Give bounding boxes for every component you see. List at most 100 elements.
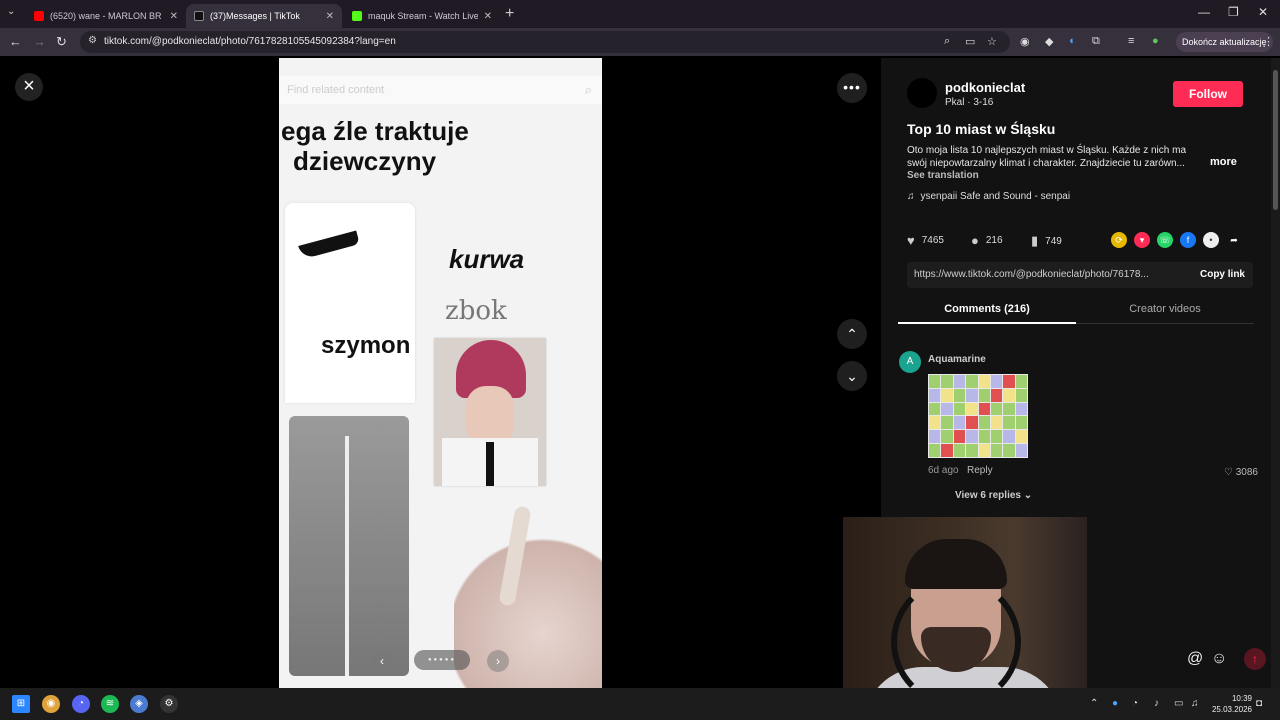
back-icon[interactable]: ← [9, 34, 22, 49]
discord-icon[interactable]: ◔ [72, 695, 90, 713]
taskbar-clock[interactable]: 10:39 25.03.2026 [1208, 693, 1252, 715]
mention-icon[interactable]: @ [1187, 650, 1203, 668]
share-facebook-icon[interactable]: f [1180, 232, 1196, 248]
chrome-icon[interactable]: ◉ [42, 695, 60, 713]
copy-link-button[interactable]: Copy link [1200, 269, 1245, 280]
photo-word: szymon [321, 332, 411, 359]
heart-outline-icon: ♡ [1224, 467, 1236, 478]
comment-time: 6d ago [928, 465, 959, 476]
forward-icon[interactable]: → [33, 34, 46, 49]
carousel-prev-button[interactable]: ‹ [371, 650, 393, 672]
network-icon[interactable]: ▭ [1174, 698, 1183, 709]
reload-icon[interactable]: ↻ [56, 34, 67, 50]
taskbar: ⊞ ◉ ◔ ≋ ◈ ⚙ ⌃ ● ◔ ♪ ▭ ♫ 10:39 25.03.2026… [0, 688, 1280, 720]
zoom-icon[interactable]: ⌕ [944, 35, 950, 48]
more-options-icon[interactable]: ••• [837, 73, 867, 103]
view-replies-label: View 6 replies [955, 490, 1021, 501]
comment-author[interactable]: Aquamarine [928, 354, 986, 365]
minimize-icon[interactable]: — [1198, 5, 1210, 19]
emoji-icon[interactable]: ☺ [1211, 650, 1227, 668]
restore-icon[interactable]: ❐ [1228, 5, 1239, 19]
save-button[interactable]: ▮ 749 [1031, 233, 1062, 249]
like-count: 7465 [921, 235, 944, 246]
view-replies-button[interactable]: View 6 replies ⌄ [955, 490, 1032, 501]
share-message-icon[interactable]: ▾ [1134, 232, 1150, 248]
scrollbar-thumb[interactable] [1273, 70, 1278, 210]
comment-like-button[interactable]: ♡ 3086 [1224, 467, 1258, 478]
more-link[interactable]: more [1210, 156, 1237, 168]
extensions-puzzle-icon[interactable]: ⧉ [1092, 35, 1100, 48]
follow-button[interactable]: Follow [1173, 81, 1243, 107]
portrait-tie [486, 442, 494, 486]
tray-app-icon[interactable]: ● [1112, 698, 1118, 709]
close-tab-icon[interactable]: ✕ [478, 11, 492, 22]
avatar[interactable] [907, 78, 937, 108]
start-icon[interactable]: ⊞ [12, 695, 30, 713]
photo-word: kurwa [449, 244, 525, 274]
share-repost-icon[interactable]: ⟳ [1111, 232, 1127, 248]
music-note-icon: ♫ [907, 191, 915, 202]
comment-icon: ● [971, 233, 979, 248]
browser-menu-icon[interactable]: ⋮ [1263, 35, 1274, 48]
update-button[interactable]: Dokończ aktualizację [1176, 32, 1273, 52]
search-input[interactable]: Find related content ⌕ [279, 76, 602, 104]
tab-comments[interactable]: Comments (216) [898, 298, 1076, 324]
spotify-icon[interactable]: ≋ [101, 695, 119, 713]
volume-icon[interactable]: ♫ [1191, 698, 1199, 709]
settings-icon[interactable]: ⚙ [160, 695, 178, 713]
author-subline: Pkal · 3-16 [945, 97, 994, 108]
comment-avatar[interactable]: A [899, 351, 921, 373]
bookmark-star-icon[interactable]: ☆ [987, 35, 997, 48]
browser-tab-strip: ⌄ (6520) wane - MARLON BR ✕ (37)Messages… [0, 0, 1280, 28]
bookmark-icon: ▮ [1031, 233, 1039, 248]
address-bar[interactable]: ⚙ tiktok.com/@podkonieclat/photo/7617828… [80, 31, 1010, 53]
tab-search-icon[interactable]: ⌄ [7, 6, 15, 17]
profile-icon[interactable]: ● [1152, 35, 1159, 47]
tray-chevron-icon[interactable]: ⌃ [1090, 698, 1098, 709]
carousel-next-button[interactable]: › [487, 650, 509, 672]
see-translation-link[interactable]: See translation [907, 170, 979, 181]
window-close-icon[interactable]: ✕ [1258, 5, 1268, 19]
music-title: ysenpaii Safe and Sound - senpai [920, 191, 1071, 202]
extension-icon[interactable]: ◖ [1068, 35, 1075, 47]
new-tab-button[interactable]: + [505, 5, 514, 23]
share-whatsapp-icon[interactable]: ☏ [1157, 232, 1173, 248]
tab-creator-videos[interactable]: Creator videos [1076, 298, 1254, 324]
share-url: https://www.tiktok.com/@podkonieclat/pho… [914, 269, 1149, 280]
heart-icon: ♥ [907, 233, 915, 248]
share-embed-icon[interactable]: • [1203, 232, 1219, 248]
browser-tab-kick[interactable]: maquk Stream - Watch Live on ✕ [344, 4, 500, 28]
app-icon[interactable]: ◈ [130, 695, 148, 713]
photo-headline: ega źle traktuje dziewczyny [281, 116, 581, 176]
send-comment-button[interactable]: ↑ [1244, 648, 1266, 670]
hand-image [454, 508, 602, 688]
search-icon[interactable]: ⌕ [585, 82, 592, 98]
microphone-icon[interactable]: ♪ [1154, 698, 1159, 709]
close-viewer-button[interactable]: × [15, 73, 43, 101]
comment-reply-button[interactable]: Reply [967, 465, 993, 476]
previous-post-icon[interactable]: ⌃ [837, 319, 867, 349]
clock-date: 25.03.2026 [1211, 705, 1252, 714]
extension-icon[interactable]: ◆ [1045, 35, 1053, 48]
scrollbar[interactable] [1271, 58, 1280, 688]
post-description: Oto moja lista 10 najlepszych miast w Śl… [907, 145, 1187, 169]
tray-discord-icon[interactable]: ◔ [1132, 698, 1138, 709]
screen: ⌄ (6520) wane - MARLON BR ✕ (37)Messages… [0, 0, 1280, 720]
post-photo: Find related content ⌕ ega źle traktuje … [279, 58, 602, 688]
site-settings-icon[interactable]: ⚙ [88, 35, 97, 46]
cast-icon[interactable]: ▭ [965, 35, 975, 48]
extension-icon[interactable]: ◉ [1020, 35, 1030, 48]
comment-button[interactable]: ● 216 [971, 233, 1003, 248]
close-tab-icon[interactable]: ✕ [164, 11, 178, 22]
browser-tab-tiktok[interactable]: (37)Messages | TikTok ✕ [186, 4, 342, 28]
music-link[interactable]: ♫ ysenpaii Safe and Sound - senpai [907, 191, 1070, 202]
like-button[interactable]: ♥ 7465 [907, 233, 944, 248]
next-post-icon[interactable]: ⌄ [837, 361, 867, 391]
browser-tab-youtube[interactable]: (6520) wane - MARLON BR ✕ [26, 4, 186, 28]
close-tab-icon[interactable]: ✕ [320, 11, 334, 22]
notification-bell-icon[interactable]: ◘ [1256, 698, 1262, 709]
browser-toolbar: ← → ↻ ⚙ tiktok.com/@podkonieclat/photo/7… [0, 28, 1280, 56]
media-control-icon[interactable]: ≡ [1128, 35, 1134, 47]
share-more-icon[interactable]: ➦ [1226, 232, 1242, 248]
author-username[interactable]: podkonieclat [945, 80, 1025, 95]
